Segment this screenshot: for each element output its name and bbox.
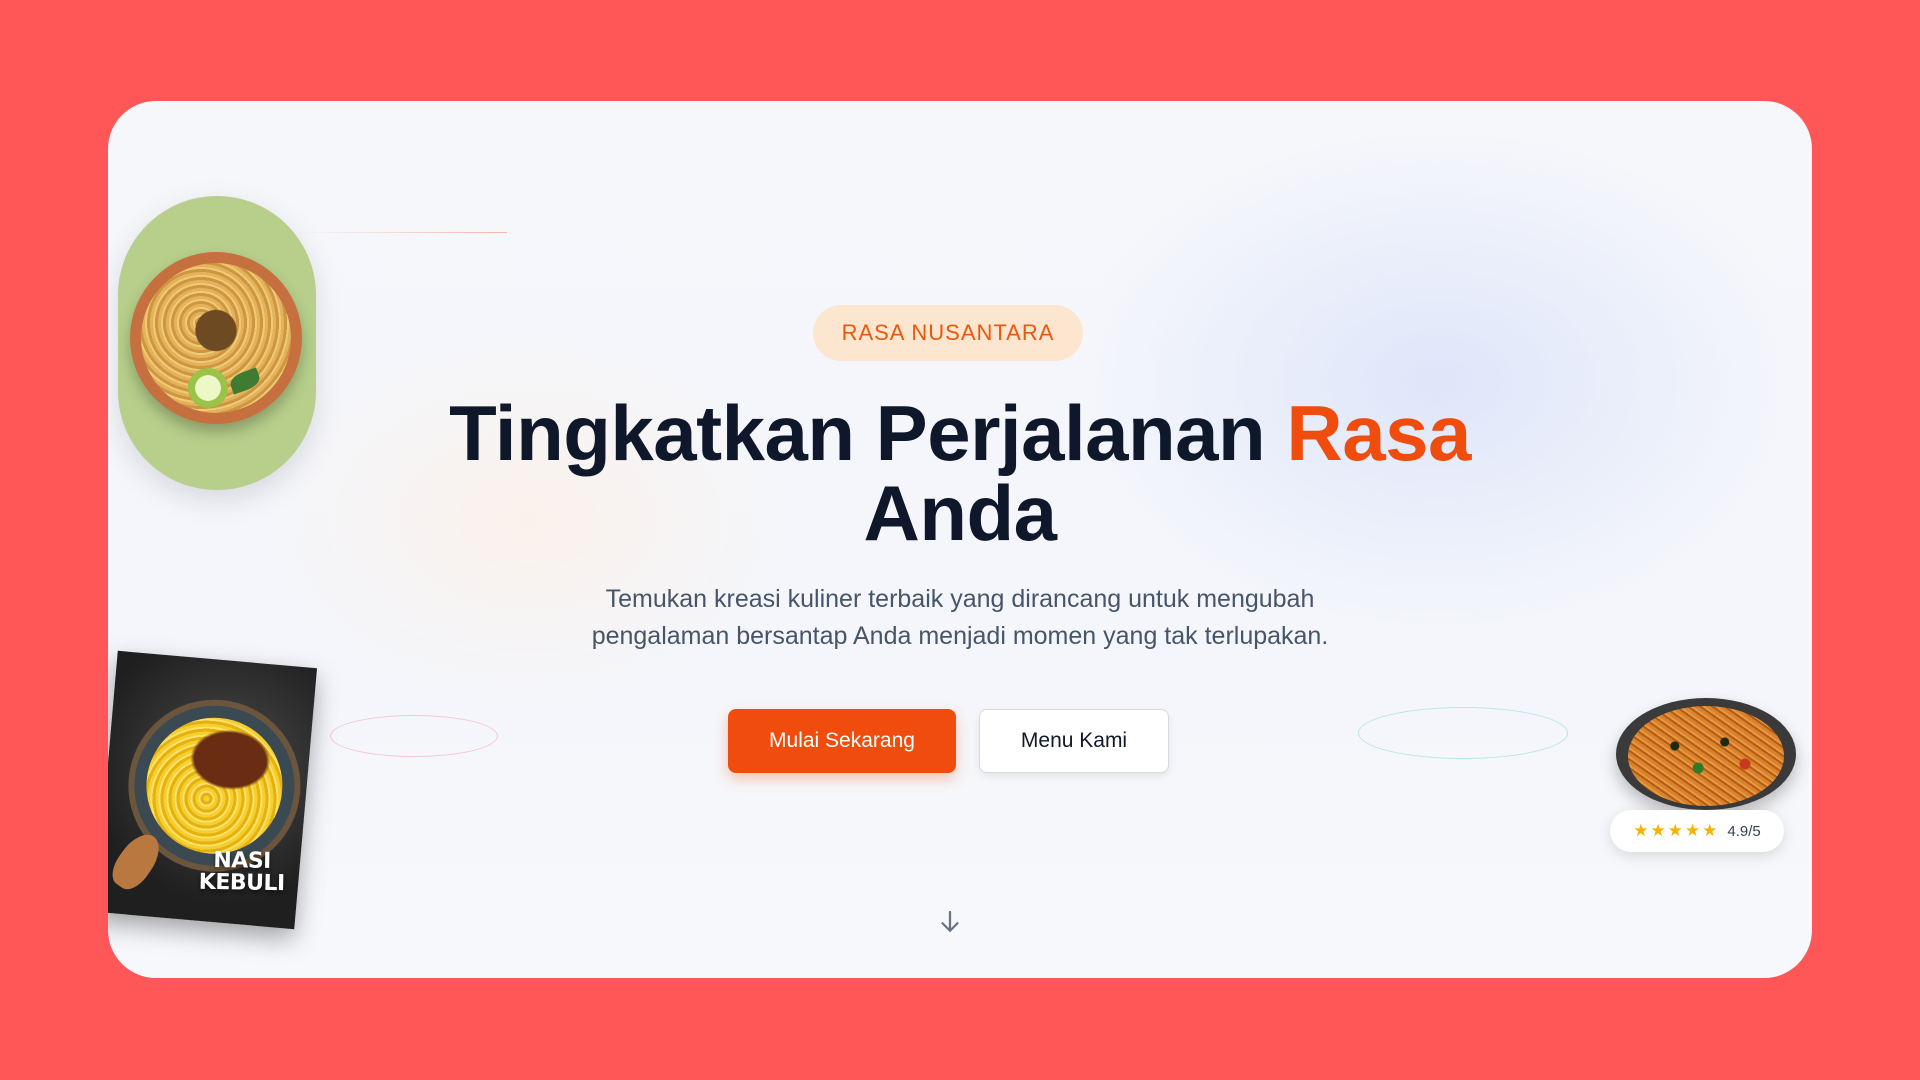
book-rice [140,712,289,860]
hero-subtitle: Temukan kreasi kuliner terbaik yang dira… [538,581,1382,655]
book-title-line2: KEBULI [198,869,285,897]
category-badge: RASA NUSANTARA [813,305,1083,361]
subtitle-line1: Temukan kreasi kuliner terbaik yang dira… [605,585,1315,613]
biryani-image [118,196,316,490]
biryani-plate [130,252,302,424]
headline-accent: Rasa [1286,389,1471,477]
book-title: NASI KEBULI [198,848,286,897]
rating-badge: ★★★★★ 4.9/5 [1610,810,1784,852]
get-started-button[interactable]: Mulai Sekarang [728,709,956,773]
our-menu-button[interactable]: Menu Kami [979,709,1169,773]
decorative-ring-pink [330,715,498,757]
headline-end: Anda [863,469,1058,557]
headline-main: Tingkatkan Perjalanan [449,389,1287,477]
nasi-kebuli-book-cover: NASI KEBULI [108,650,318,930]
star-icon: ★★★★★ [1633,821,1720,840]
hero-headline: Tingkatkan Perjalanan Rasa Anda [408,393,1512,553]
noodle-bowl-image [1616,698,1796,810]
subtitle-line2: pengalaman bersantap Anda menjadi momen … [591,622,1329,650]
arrow-down-icon[interactable] [935,907,965,937]
noodles [1628,706,1784,806]
lime-slice [188,368,228,408]
rating-value: 4.9/5 [1727,822,1761,840]
hero-card: NASI KEBULI ★★★★★ 4.9/5 RASA NUSANTARA T… [108,101,1812,978]
decorative-ring-teal [1358,707,1568,759]
decorative-line [295,232,507,233]
